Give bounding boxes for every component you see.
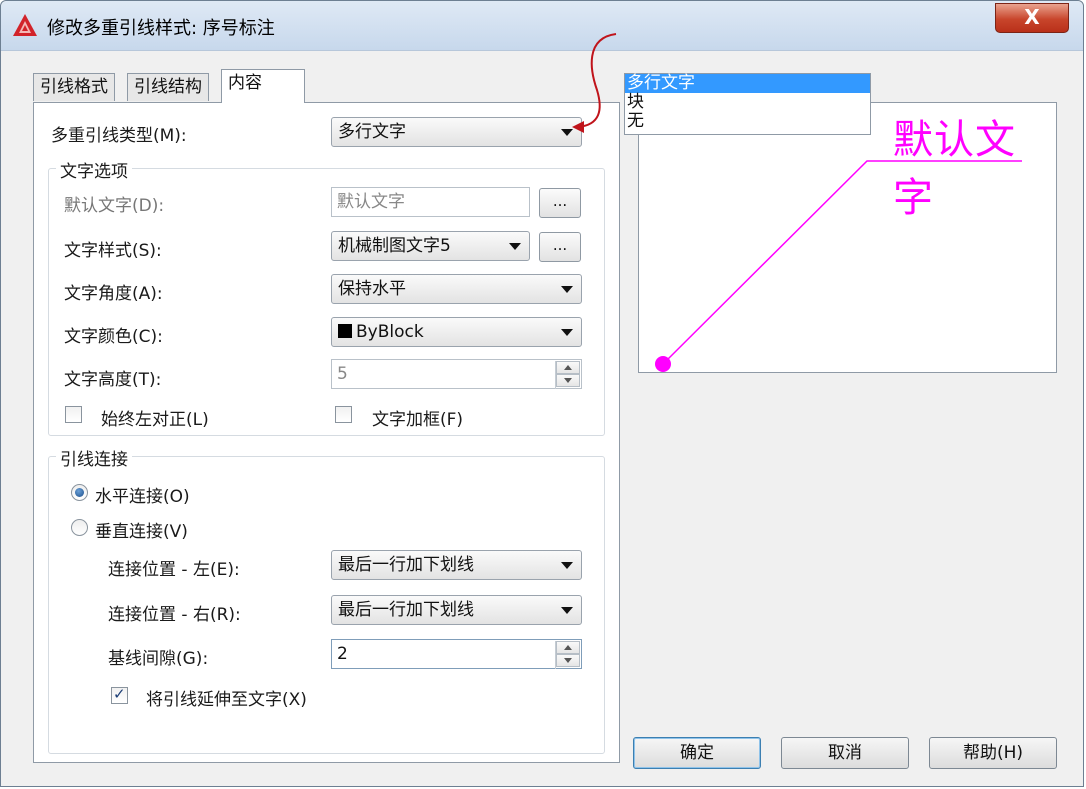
tab-leader-structure[interactable]: 引线结构 [127,73,209,101]
cancel-button[interactable]: 取消 [781,737,909,769]
spin-up-icon[interactable] [556,361,580,374]
text-style-value: 机械制图文字5 [338,236,451,256]
leader-type-select[interactable]: 多行文字 [331,117,582,147]
window-title: 修改多重引线样式: 序号标注 [47,18,275,39]
dialog-client: 引线格式 引线结构 内容 多重引线类型(M): 多行文字 文字选项 默认文字(D… [9,51,1075,779]
text-height-field[interactable]: 5 [331,359,582,389]
dialog-window: 修改多重引线样式: 序号标注 X 引线格式 引线结构 内容 多重引线类型(M):… [0,0,1084,787]
baseline-gap-field[interactable]: 2 [331,639,582,669]
text-options-title: 文字选项 [56,157,132,182]
preview-panel: 默认文字 [638,102,1057,373]
always-left-checkbox[interactable] [65,406,82,423]
text-color-label: 文字颜色(C): [64,327,163,347]
spin-down-icon[interactable] [556,654,580,667]
always-left-label: 始终左对正(L) [101,410,209,430]
chevron-down-icon [561,129,573,136]
spin-down-icon[interactable] [556,374,580,387]
right-position-select[interactable]: 最后一行加下划线 [331,595,582,625]
chevron-down-icon [561,562,573,569]
extend-leader-label: 将引线延伸至文字(X) [146,690,307,710]
right-position-label: 连接位置 - 右(R): [108,605,241,625]
text-frame-checkbox[interactable] [335,406,352,423]
text-height-label: 文字高度(T): [64,370,162,390]
help-button[interactable]: 帮助(H) [929,737,1057,769]
ok-button[interactable]: 确定 [633,737,761,769]
text-style-browse-button[interactable]: ... [539,232,581,262]
text-frame-label: 文字加框(F) [372,410,464,430]
tab-leader-format[interactable]: 引线格式 [33,73,115,101]
text-style-label: 文字样式(S): [64,241,162,261]
dropdown-option-block[interactable]: 块 [625,93,870,112]
horizontal-connection-radio[interactable] [71,484,88,501]
vertical-connection-radio[interactable] [71,519,88,536]
leader-connection-title: 引线连接 [56,445,132,470]
default-text-field[interactable]: 默认文字 [331,187,530,217]
baseline-gap-label: 基线间隙(G): [108,649,209,669]
close-button[interactable]: X [995,3,1069,33]
text-height-spinner[interactable] [555,361,580,389]
default-text-label: 默认文字(D): [64,196,165,216]
extend-leader-checkbox[interactable] [111,685,128,704]
autocad-logo-icon [13,14,37,36]
chevron-down-icon [561,286,573,293]
tab-content[interactable]: 内容 [221,69,305,103]
vertical-connection-label: 垂直连接(V) [95,522,188,542]
chevron-down-icon [509,243,521,250]
left-position-select[interactable]: 最后一行加下划线 [331,550,582,580]
baseline-gap-spinner[interactable] [555,641,580,669]
leader-type-dropdown-list[interactable]: 多行文字 块 无 [624,73,871,135]
text-color-value: ByBlock [356,322,424,342]
horizontal-connection-label: 水平连接(O) [95,487,190,507]
spin-up-icon[interactable] [556,641,580,654]
preview-text: 默认文字 [893,117,1016,221]
text-angle-value: 保持水平 [338,279,406,299]
leader-type-value: 多行文字 [338,122,406,142]
text-angle-select[interactable]: 保持水平 [331,274,582,304]
preview-leader-dot [655,356,671,372]
dropdown-option-none[interactable]: 无 [625,112,870,131]
chevron-down-icon [561,329,573,336]
left-position-label: 连接位置 - 左(E): [108,560,240,580]
content-tab-panel: 多重引线类型(M): 多行文字 文字选项 默认文字(D): 默认文字 ... 文… [33,102,620,763]
baseline-gap-value: 2 [337,644,348,664]
color-swatch-icon [338,324,352,338]
text-color-select[interactable]: ByBlock [331,317,582,347]
leader-type-label: 多重引线类型(M): [51,126,187,146]
text-angle-label: 文字角度(A): [64,284,163,304]
dropdown-option-mtext[interactable]: 多行文字 [625,74,870,93]
default-text-browse-button[interactable]: ... [539,188,581,218]
chevron-down-icon [561,607,573,614]
text-style-select[interactable]: 机械制图文字5 [331,231,530,261]
title-bar[interactable]: 修改多重引线样式: 序号标注 X [1,1,1083,51]
right-position-value: 最后一行加下划线 [338,600,474,620]
text-height-value: 5 [337,364,348,384]
left-position-value: 最后一行加下划线 [338,555,474,575]
